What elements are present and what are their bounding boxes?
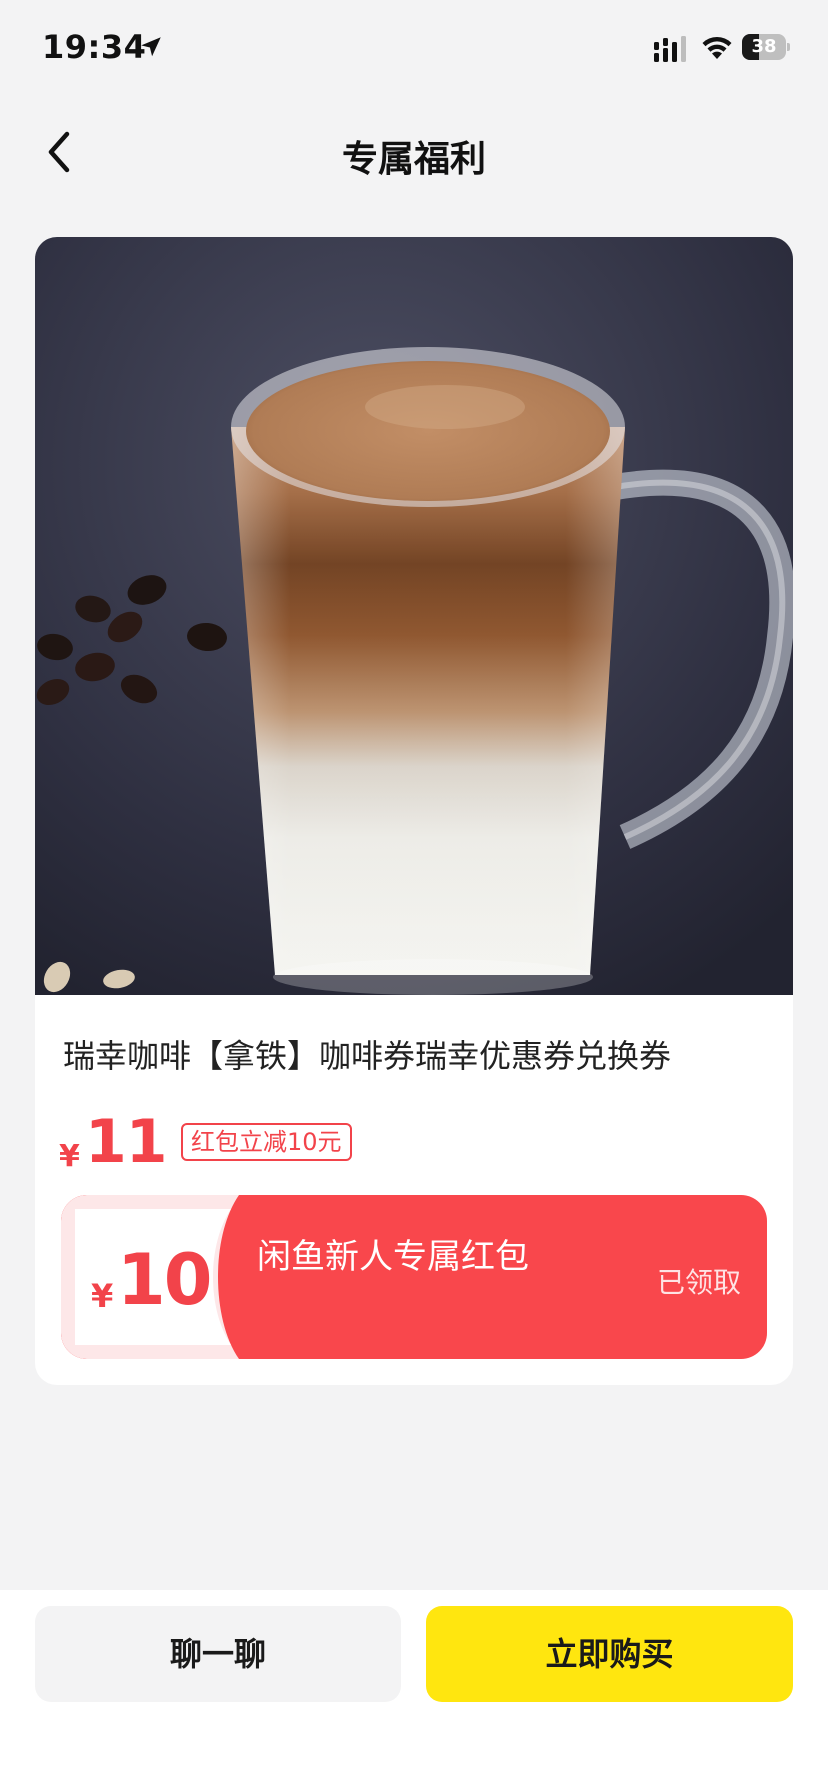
battery-icon: 38: [742, 34, 790, 60]
screen: 19:34 38 专属福利 瑞幸咖啡【拿铁】咖啡券瑞幸优惠券兑换券 ¥ 11 红…: [0, 0, 828, 1792]
coupon-currency-symbol: ¥: [91, 1277, 114, 1315]
coupon-title: 闲鱼新人专属红包: [257, 1237, 529, 1277]
battery-percent: 38: [751, 36, 777, 57]
nav-bar: 专属福利: [0, 100, 828, 204]
latte-photo: [35, 237, 793, 995]
location-arrow-icon: [141, 37, 161, 57]
status-time: 19:34: [42, 28, 147, 66]
coupon-amount: 10: [117, 1239, 212, 1321]
bottom-action-bar: 聊一聊 立即购买: [0, 1590, 828, 1792]
product-image[interactable]: [35, 237, 793, 995]
coupon-status[interactable]: 已领取: [657, 1261, 741, 1301]
page-title: 专属福利: [341, 139, 486, 180]
signal-icon: [654, 36, 686, 62]
price-currency-symbol: ¥: [59, 1139, 80, 1174]
status-bar: 19:34 38: [0, 0, 828, 100]
buy-now-button[interactable]: 立即购买: [426, 1606, 793, 1702]
battery-body: 38: [742, 34, 786, 60]
wifi-icon: [702, 36, 732, 59]
chat-button[interactable]: 聊一聊: [35, 1606, 401, 1702]
product-card: 瑞幸咖啡【拿铁】咖啡券瑞幸优惠券兑换券 ¥ 11 红包立减10元 ¥ 10 闲鱼…: [35, 237, 793, 1385]
coupon-card[interactable]: ¥ 10 闲鱼新人专属红包 已领取: [61, 1195, 767, 1359]
battery-cap: [787, 43, 790, 51]
product-title: 瑞幸咖啡【拿铁】咖啡券瑞幸优惠券兑换券: [63, 1037, 672, 1075]
price-value: 11: [85, 1107, 167, 1177]
discount-badge: 红包立减10元: [181, 1123, 352, 1161]
